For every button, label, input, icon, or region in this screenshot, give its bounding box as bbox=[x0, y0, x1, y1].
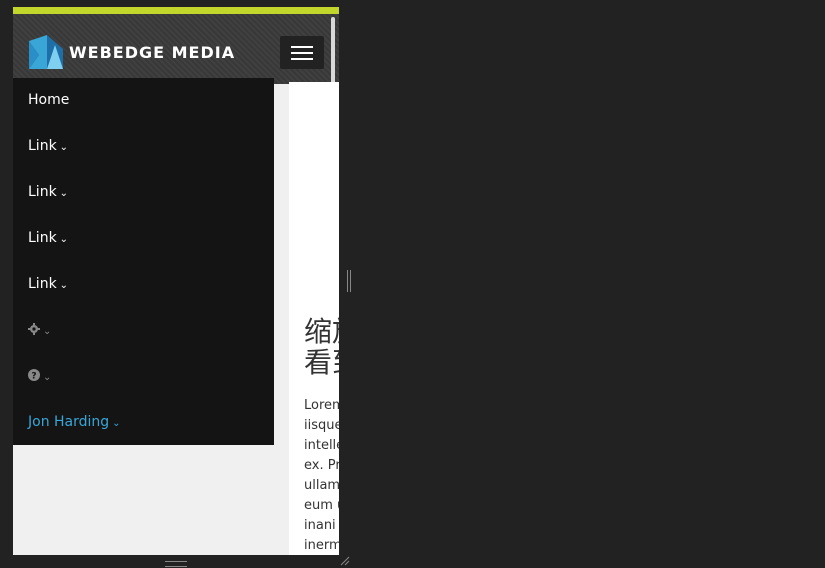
menu-item-help[interactable]: ? ⌄ bbox=[28, 366, 51, 386]
menu-item-label: Link bbox=[28, 230, 57, 246]
body-line: inerm bbox=[304, 538, 339, 553]
article-body: Lorem iisque intelle ex. Pr ullam eum u … bbox=[304, 396, 339, 555]
menu-item-label: Link bbox=[28, 276, 57, 292]
body-line: inani bbox=[304, 518, 336, 533]
chevron-down-icon: ⌄ bbox=[59, 188, 69, 199]
menu-item-link-4[interactable]: Link ⌄ bbox=[28, 274, 68, 294]
body-line: Lorem bbox=[304, 398, 339, 413]
dropdown-nav-menu: Home Link ⌄ Link ⌄ Link ⌄ Link ⌄ ⌄ ? ⌄ J… bbox=[13, 78, 274, 445]
body-line: ex. Pr bbox=[304, 458, 339, 473]
svg-text:?: ? bbox=[31, 372, 36, 382]
chevron-down-icon: ⌄ bbox=[59, 142, 69, 153]
gear-icon bbox=[28, 323, 40, 335]
body-line: eum u bbox=[304, 498, 339, 513]
menu-item-label: Home bbox=[28, 92, 70, 108]
accent-bar bbox=[13, 7, 339, 14]
menu-item-user[interactable]: Jon Harding ⌄ bbox=[28, 412, 121, 432]
question-circle-icon: ? bbox=[28, 369, 40, 382]
menu-item-link-1[interactable]: Link ⌄ bbox=[28, 136, 68, 156]
vertical-resize-handle[interactable] bbox=[347, 270, 351, 292]
chevron-down-icon: ⌄ bbox=[59, 280, 69, 291]
app-frame: WEBEDGE MEDIA 缩放 看到 Lorem iisque intelle… bbox=[13, 7, 339, 555]
menu-item-link-3[interactable]: Link ⌄ bbox=[28, 228, 68, 248]
chevron-down-icon: ⌄ bbox=[112, 418, 121, 429]
user-name: Jon Harding bbox=[28, 414, 110, 430]
headline-line-2: 看到 bbox=[304, 346, 339, 378]
article-headline: 缩放 看到 bbox=[304, 316, 339, 378]
chevron-down-icon: ⌄ bbox=[43, 326, 52, 337]
site-header: WEBEDGE MEDIA bbox=[13, 14, 339, 84]
body-line: ullam bbox=[304, 478, 339, 493]
menu-item-label: Link bbox=[28, 138, 57, 154]
menu-item-label: Link bbox=[28, 184, 57, 200]
chevron-down-icon: ⌄ bbox=[59, 234, 69, 245]
menu-item-home[interactable]: Home bbox=[28, 90, 69, 110]
body-line: iisque bbox=[304, 418, 339, 433]
horizontal-resize-handle[interactable] bbox=[165, 561, 187, 567]
headline-line-1: 缩放 bbox=[304, 316, 339, 348]
content-card: 缩放 看到 Lorem iisque intelle ex. Pr ullam … bbox=[289, 82, 339, 555]
logo-icon bbox=[29, 35, 63, 69]
menu-toggle-button[interactable] bbox=[280, 36, 324, 69]
menu-item-link-2[interactable]: Link ⌄ bbox=[28, 182, 68, 202]
brand-name[interactable]: WEBEDGE MEDIA bbox=[69, 43, 235, 62]
menu-item-settings[interactable]: ⌄ bbox=[28, 320, 51, 340]
body-line: intelle bbox=[304, 438, 339, 453]
resize-grip-icon[interactable] bbox=[340, 556, 350, 566]
chevron-down-icon: ⌄ bbox=[43, 372, 52, 383]
